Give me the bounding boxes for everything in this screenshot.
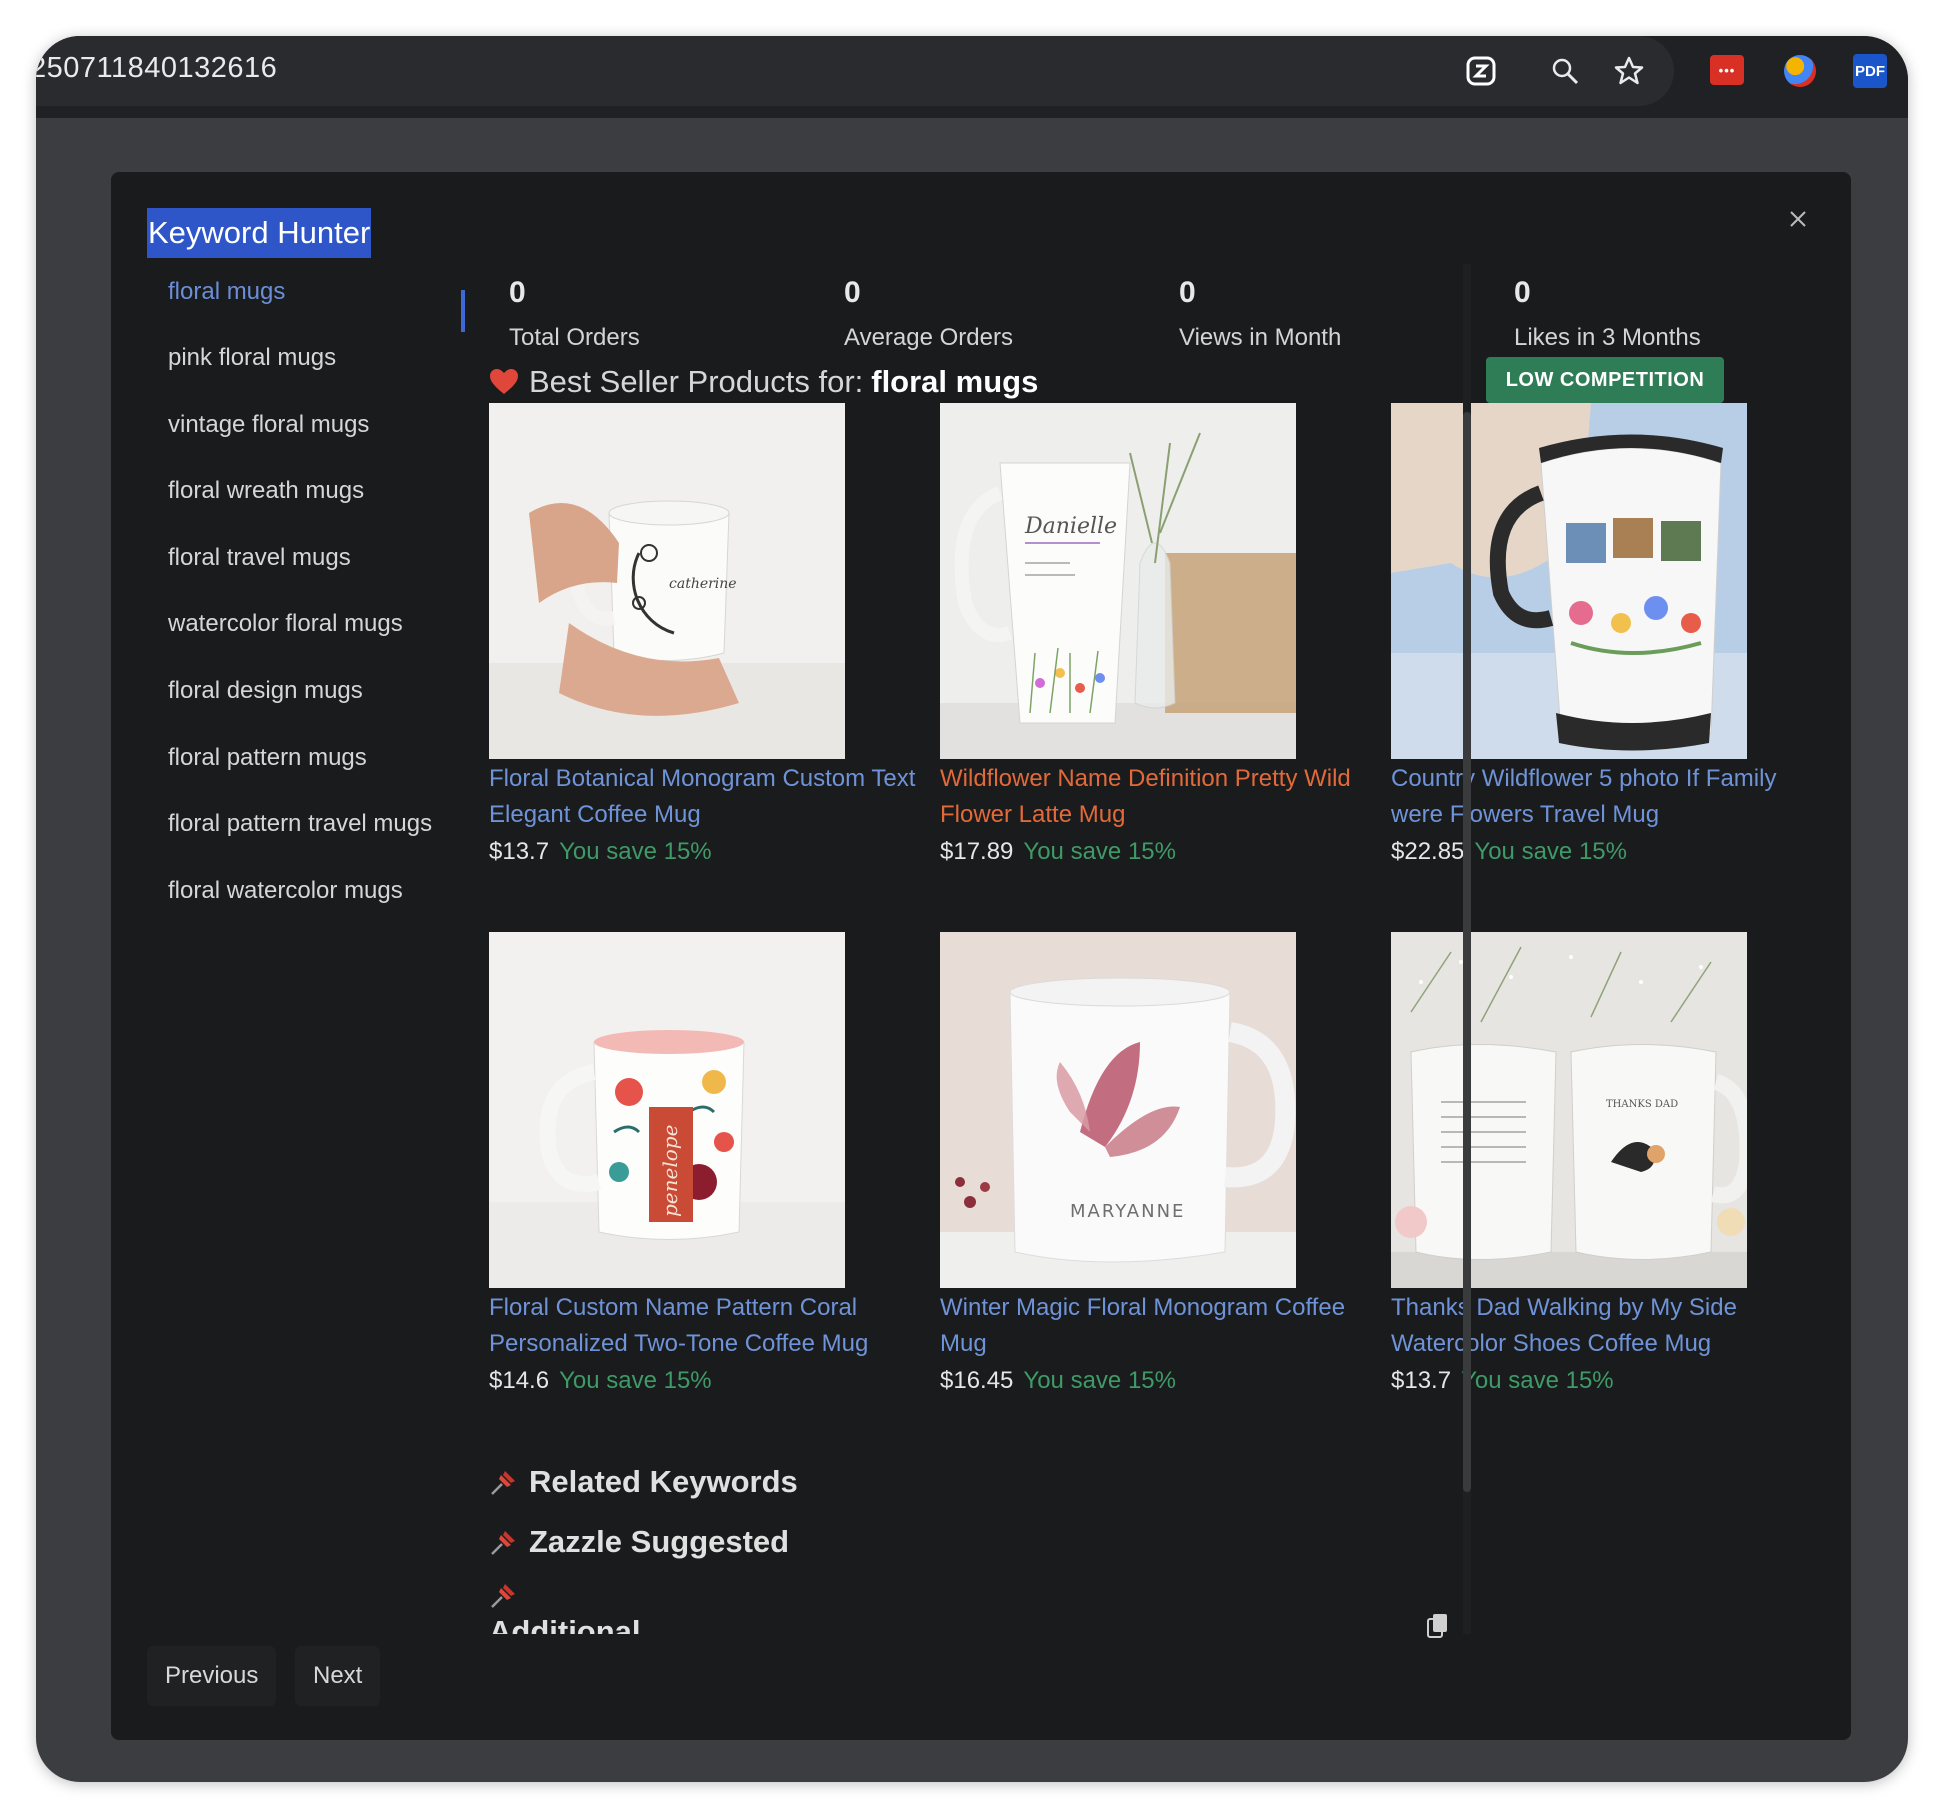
competition-badge: LOW COMPETITION (1486, 357, 1724, 403)
heart-icon (489, 368, 519, 396)
zazzle-suggested-heading: Zazzle Suggested (489, 1524, 789, 1560)
product-title[interactable]: Floral Botanical Monogram Custom Text El… (489, 761, 929, 833)
extension-pdf-icon[interactable]: PDF (1853, 54, 1887, 88)
keyword-hunter-modal: Keyword Hunter floral mugs pink floral m… (111, 172, 1851, 1740)
price-row: $13.7 You save 15% (489, 834, 929, 870)
product-savings: You save 15% (1023, 1367, 1176, 1394)
product-card[interactable]: Country Wildflower 5 photo If Family wer… (1391, 403, 1831, 870)
product-savings: You save 15% (559, 838, 712, 865)
copy-icon[interactable] (1423, 1610, 1453, 1640)
extension-globe-icon[interactable] (1784, 55, 1816, 87)
product-price: $17.89 (940, 838, 1014, 865)
bookmark-star-icon[interactable] (1610, 52, 1648, 90)
best-seller-keyword: floral mugs (871, 364, 1039, 399)
mug-print-penelope: penelope (658, 1125, 682, 1217)
product-price: $22.85 (1391, 838, 1465, 865)
best-seller-heading: Best Seller Products for: floral mugs (489, 364, 1038, 400)
stat-value: 0 (1514, 276, 1531, 309)
product-card[interactable]: Danielle Wildflower Name Definition Pret… (940, 403, 1380, 870)
results-panel[interactable]: 0 Total Orders 0 Average Orders 0 Views … (469, 264, 1831, 1634)
keyword-item-floral-wreath-mugs[interactable]: floral wreath mugs (168, 477, 364, 505)
product-savings: You save 15% (559, 1367, 712, 1394)
stat-value: 0 (844, 276, 861, 309)
product-price: $16.45 (940, 1367, 1014, 1394)
address-bar[interactable]: 250711840132616 (36, 36, 1674, 106)
product-image[interactable]: penelope (489, 932, 845, 1288)
product-image[interactable]: MARYANNE (940, 932, 1296, 1288)
extension-red-icon[interactable]: ••• (1710, 55, 1744, 85)
mug-print-catherine: catherine (669, 576, 737, 592)
pushpin-icon (489, 1467, 519, 1497)
product-card[interactable]: THANKS DAD Thanks Dad Walking by My Side… (1391, 932, 1831, 1399)
product-image[interactable] (1391, 403, 1747, 759)
section-title: Related Keywords (529, 1464, 798, 1499)
product-savings: You save 15% (1461, 1367, 1614, 1394)
stat-label: Total Orders (509, 324, 640, 351)
product-price: $13.7 (489, 838, 550, 865)
zoom-icon[interactable] (1546, 52, 1584, 90)
price-row: $16.45 You save 15% (940, 1363, 1380, 1399)
url-text[interactable]: 250711840132616 (36, 52, 277, 85)
keyword-item-floral-watercolor-mugs[interactable]: floral watercolor mugs (168, 877, 403, 905)
product-image[interactable]: Danielle (940, 403, 1296, 759)
pushpin-icon (489, 1580, 519, 1610)
previous-button[interactable]: Previous (147, 1646, 277, 1706)
price-row: $17.89 You save 15% (940, 834, 1380, 870)
keyword-item-vintage-floral-mugs[interactable]: vintage floral mugs (168, 411, 369, 439)
zazzle-extension-icon[interactable] (1462, 52, 1500, 90)
product-card[interactable]: penelope Floral Custom Name Pattern Cora… (489, 932, 929, 1399)
keyword-item-floral-pattern-mugs[interactable]: floral pattern mugs (168, 744, 367, 772)
product-title[interactable]: Thanks Dad Walking by My Side Watercolor… (1391, 1290, 1831, 1362)
section-title: Additional (489, 1614, 641, 1634)
mug-print-maryanne: MARYANNE (1070, 1201, 1185, 1222)
related-keywords-heading: Related Keywords (489, 1464, 798, 1500)
stat-total-orders: 0 Total Orders (509, 276, 809, 352)
stat-average-orders: 0 Average Orders (844, 276, 1144, 352)
keyword-item-floral-mugs[interactable]: floral mugs (168, 278, 285, 306)
stat-label: Average Orders (844, 324, 1013, 351)
pushpin-icon (489, 1527, 519, 1557)
stat-label: Views in Month (1179, 324, 1342, 351)
keyword-item-watercolor-floral-mugs[interactable]: watercolor floral mugs (168, 610, 403, 638)
additional-heading: Additional (489, 1580, 641, 1634)
product-savings: You save 15% (1023, 838, 1176, 865)
product-image[interactable]: catherine (489, 403, 845, 759)
product-price: $13.7 (1391, 1367, 1452, 1394)
browser-window: 250711840132616 ••• PDF Keyword Hunter f… (36, 36, 1908, 1782)
stat-value: 0 (509, 276, 526, 309)
browser-toolbar: 250711840132616 ••• PDF (36, 36, 1908, 118)
stat-value: 0 (1179, 276, 1196, 309)
product-price: $14.6 (489, 1367, 550, 1394)
keyword-item-floral-pattern-travel-mugs[interactable]: floral pattern travel mugs (168, 810, 432, 838)
stat-label: Likes in 3 Months (1514, 324, 1701, 351)
product-title[interactable]: Wildflower Name Definition Pretty Wild F… (940, 761, 1380, 833)
product-savings: You save 15% (1474, 838, 1627, 865)
modal-title: Keyword Hunter (147, 208, 372, 258)
keyword-item-floral-design-mugs[interactable]: floral design mugs (168, 677, 363, 705)
best-seller-prefix: Best Seller Products for: (529, 364, 864, 399)
product-card[interactable]: catherine Floral Botanical Monogram Cust… (489, 403, 929, 870)
stat-likes-in-3-months: 0 Likes in 3 Months (1514, 276, 1814, 352)
section-title: Zazzle Suggested (529, 1524, 790, 1559)
active-keyword-indicator (461, 290, 465, 332)
stat-views-in-month: 0 Views in Month (1179, 276, 1479, 352)
price-row: $14.6 You save 15% (489, 1363, 929, 1399)
mug-print-thanks-dad: THANKS DAD (1606, 1099, 1678, 1110)
keyword-item-floral-travel-mugs[interactable]: floral travel mugs (168, 544, 351, 572)
price-row: $13.7 You save 15% (1391, 1363, 1831, 1399)
price-row: $22.85 You save 15% (1391, 834, 1831, 870)
product-title[interactable]: Floral Custom Name Pattern Coral Persona… (489, 1290, 929, 1362)
product-title[interactable]: Country Wildflower 5 photo If Family wer… (1391, 761, 1831, 833)
product-title[interactable]: Winter Magic Floral Monogram Coffee Mug (940, 1290, 1380, 1362)
product-image[interactable]: THANKS DAD (1391, 932, 1747, 1288)
product-card[interactable]: MARYANNE Winter Magic Floral Monogram Co… (940, 932, 1380, 1399)
keyword-item-pink-floral-mugs[interactable]: pink floral mugs (168, 344, 336, 372)
scrollbar-thumb[interactable] (1463, 412, 1471, 1492)
mug-print-danielle: Danielle (1024, 514, 1117, 539)
next-button[interactable]: Next (295, 1646, 381, 1706)
close-icon[interactable] (1785, 206, 1811, 232)
